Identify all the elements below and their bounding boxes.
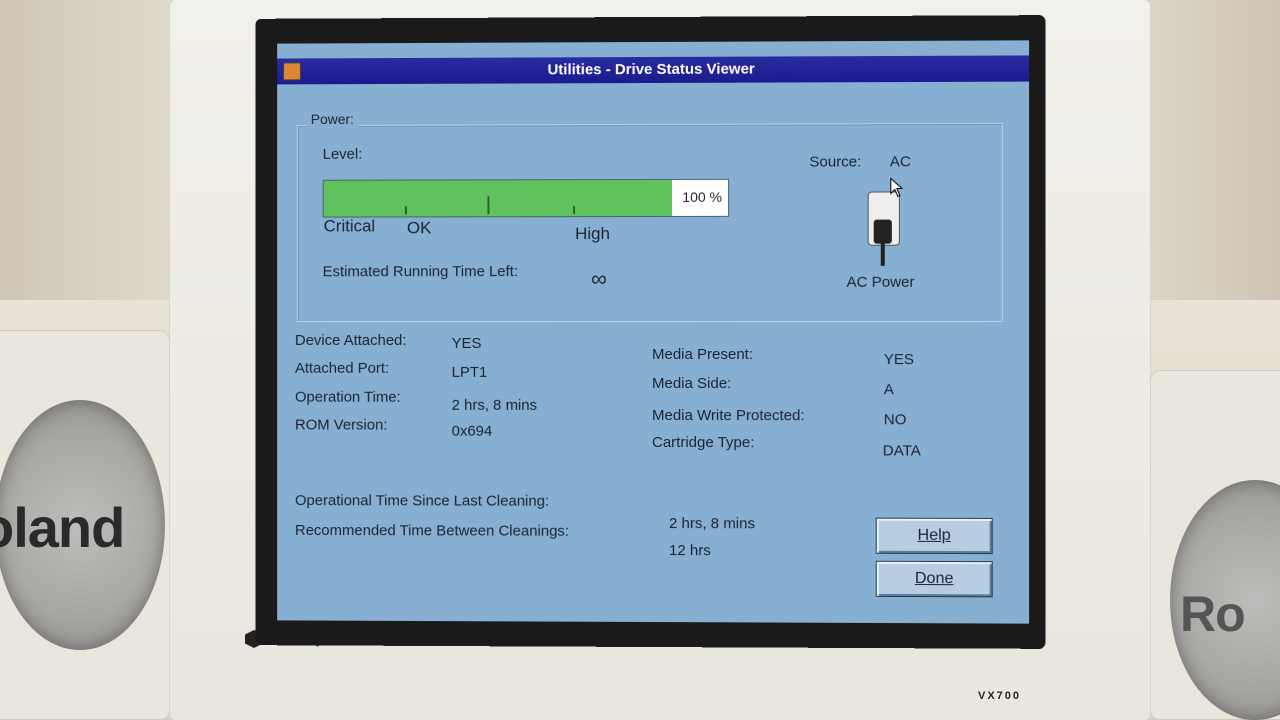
source-caption: AC Power [847, 274, 915, 291]
window-title: Utilities - Drive Status Viewer [277, 59, 1029, 79]
media-write-protected-value: NO [884, 411, 907, 428]
right-speaker: Ro [1150, 370, 1280, 720]
scale-critical-label: Critical [324, 216, 375, 236]
device-attached-label: Device Attached: [295, 332, 407, 349]
operation-time-label: Operation Time: [295, 389, 401, 406]
left-speaker: oland [0, 330, 170, 720]
media-side-label: Media Side: [652, 375, 731, 392]
media-present-value: YES [884, 351, 914, 368]
power-level-meter: 100 % [323, 179, 729, 218]
mouse-cursor-icon [890, 177, 904, 197]
operation-time-value: 2 hrs, 8 mins [452, 397, 537, 414]
power-group-label: Power: [307, 111, 358, 127]
media-side-value: A [884, 381, 894, 398]
cleaning-since-value: 2 hrs, 8 mins [669, 515, 755, 532]
monitor-model: VX700 [978, 690, 1021, 702]
rom-version-label: ROM Version: [295, 417, 387, 434]
source-label: Source: [809, 153, 861, 170]
device-attached-value: YES [452, 335, 482, 352]
running-time-value: ∞ [591, 266, 607, 292]
ac-plug-icon [868, 191, 898, 271]
level-label: Level: [323, 146, 363, 163]
power-level-percent: 100 % [682, 189, 722, 205]
attached-port-value: LPT1 [452, 364, 488, 381]
drive-status-window: Utilities - Drive Status Viewer Power: L… [277, 40, 1029, 623]
cartridge-type-value: DATA [883, 442, 921, 459]
cartridge-type-label: Cartridge Type: [652, 434, 754, 451]
cleaning-recommended-label: Recommended Time Between Cleanings: [295, 522, 569, 540]
source-value: AC [890, 153, 911, 170]
meter-tick [405, 206, 407, 214]
meter-tick [487, 196, 489, 214]
meter-tick [573, 206, 575, 214]
cleaning-recommended-value: 12 hrs [669, 542, 711, 559]
running-time-label: Estimated Running Time Left: [323, 263, 518, 280]
attached-port-label: Attached Port: [295, 360, 389, 377]
done-button[interactable]: Done [876, 561, 993, 598]
media-write-protected-label: Media Write Protected: [652, 407, 805, 424]
rom-version-value: 0x694 [452, 423, 493, 440]
cleaning-since-label: Operational Time Since Last Cleaning: [295, 492, 549, 510]
scale-ok-label: OK [407, 218, 431, 238]
scale-high-label: High [575, 224, 610, 244]
speaker-brand-logo: Ro [1180, 585, 1245, 643]
media-present-label: Media Present: [652, 346, 753, 363]
monitor-screen-frame: Utilities - Drive Status Viewer Power: L… [255, 15, 1045, 649]
speaker-brand-logo: oland [0, 495, 124, 560]
title-bar[interactable]: Utilities - Drive Status Viewer [277, 55, 1029, 84]
power-level-fill [324, 180, 672, 217]
help-button[interactable]: Help [876, 518, 993, 555]
